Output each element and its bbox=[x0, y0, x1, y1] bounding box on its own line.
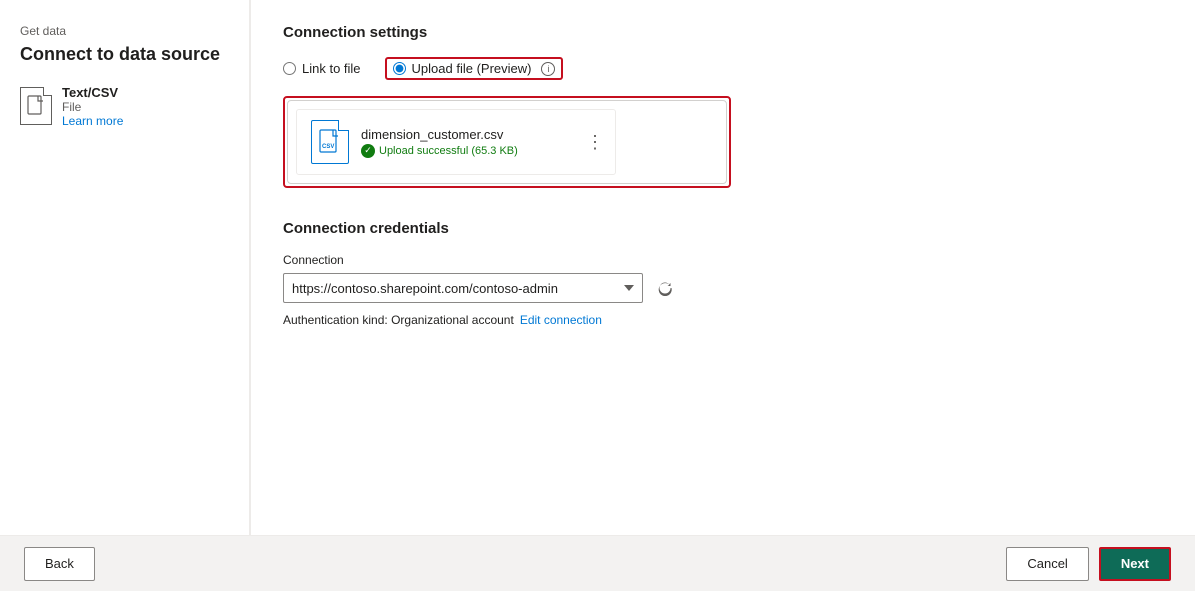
footer-right-actions: Cancel Next bbox=[1006, 547, 1171, 581]
sidebar: Get data Connect to data source Text/CSV… bbox=[0, 0, 250, 535]
file-name: dimension_customer.csv bbox=[361, 127, 518, 142]
link-to-file-radio[interactable] bbox=[283, 62, 296, 75]
more-options-button[interactable]: ⋮ bbox=[586, 133, 605, 151]
connection-type-group: Link to file Upload file (Preview) i bbox=[283, 57, 1163, 80]
auth-row: Authentication kind: Organizational acco… bbox=[283, 313, 1163, 327]
data-source-info: Text/CSV File Learn more bbox=[20, 85, 229, 128]
upload-file-label: Upload file (Preview) bbox=[412, 61, 532, 76]
dropdown-row: https://contoso.sharepoint.com/contoso-a… bbox=[283, 273, 1163, 303]
link-to-file-option[interactable]: Link to file bbox=[283, 61, 361, 76]
upload-file-option[interactable]: Upload file (Preview) i bbox=[385, 57, 564, 80]
svg-text:CSV: CSV bbox=[322, 144, 334, 150]
refresh-button[interactable] bbox=[651, 274, 679, 302]
next-button[interactable]: Next bbox=[1099, 547, 1171, 581]
csv-upload-icon: CSV bbox=[311, 120, 349, 164]
upload-status-row: ✓ Upload successful (65.3 KB) bbox=[361, 144, 518, 158]
file-card-container: CSV dimension_customer.csv ✓ Upload succ… bbox=[283, 96, 731, 188]
connection-dropdown[interactable]: https://contoso.sharepoint.com/contoso-a… bbox=[283, 273, 643, 303]
success-check-icon: ✓ bbox=[361, 144, 375, 158]
breadcrumb: Get data bbox=[20, 24, 229, 38]
file-card: CSV dimension_customer.csv ✓ Upload succ… bbox=[296, 109, 616, 175]
source-type: File bbox=[62, 100, 123, 114]
learn-more-link[interactable]: Learn more bbox=[62, 114, 123, 128]
source-details: Text/CSV File Learn more bbox=[62, 85, 123, 128]
source-name: Text/CSV bbox=[62, 85, 123, 100]
page-title: Connect to data source bbox=[20, 44, 229, 65]
edit-connection-link[interactable]: Edit connection bbox=[520, 313, 602, 327]
credentials-title: Connection credentials bbox=[283, 220, 1163, 237]
upload-file-radio[interactable] bbox=[393, 62, 406, 75]
credentials-section: Connection credentials Connection https:… bbox=[283, 220, 1163, 327]
cancel-button[interactable]: Cancel bbox=[1006, 547, 1088, 581]
upload-status-text: Upload successful (65.3 KB) bbox=[379, 145, 518, 157]
auth-kind-text: Authentication kind: Organizational acco… bbox=[283, 313, 514, 327]
back-button[interactable]: Back bbox=[24, 547, 95, 581]
connection-settings-title: Connection settings bbox=[283, 24, 1163, 41]
link-to-file-label: Link to file bbox=[302, 61, 361, 76]
main-panel: Connection settings Link to file Upload … bbox=[251, 0, 1195, 535]
connection-field-label: Connection bbox=[283, 253, 1163, 267]
info-icon[interactable]: i bbox=[541, 62, 555, 76]
file-card-outer: CSV dimension_customer.csv ✓ Upload succ… bbox=[287, 100, 727, 184]
footer: Back Cancel Next bbox=[0, 535, 1195, 591]
csv-file-icon bbox=[20, 87, 52, 125]
file-info: dimension_customer.csv ✓ Upload successf… bbox=[361, 127, 518, 158]
